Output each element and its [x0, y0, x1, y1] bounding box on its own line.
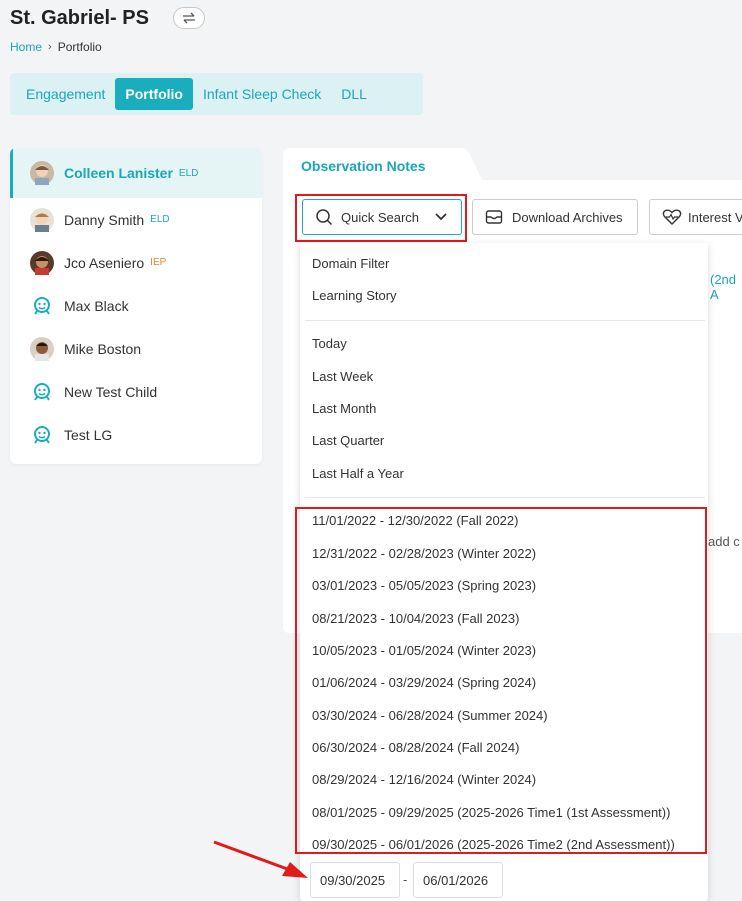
- breadcrumb: Home › Portfolio: [10, 40, 102, 54]
- child-item-colleen-lanister[interactable]: Colleen Lanister ELD: [10, 148, 262, 198]
- children-list: Colleen Lanister ELD Danny Smith ELD Jco…: [10, 148, 262, 464]
- dropdown-divider: [305, 497, 705, 498]
- child-avatar: [30, 161, 54, 185]
- eld-badge: ELD: [150, 214, 170, 225]
- annotation-arrow-icon: [213, 840, 308, 878]
- default-avatar-icon: [30, 423, 54, 447]
- end-date-input[interactable]: 06/01/2026: [413, 862, 503, 898]
- date-separator: -: [403, 872, 408, 887]
- site-title: St. Gabriel- PS: [10, 7, 149, 29]
- heart-pulse-icon: [662, 209, 682, 225]
- default-avatar-icon: [30, 294, 54, 318]
- breadcrumb-home-link[interactable]: Home: [10, 40, 42, 54]
- child-avatar: [30, 336, 54, 361]
- child-avatar: [30, 250, 54, 275]
- tab-infant-sleep-check[interactable]: Infant Sleep Check: [193, 78, 331, 110]
- dropdown-item-last-month[interactable]: Last Month: [312, 401, 376, 416]
- search-icon: [316, 209, 333, 226]
- dropdown-item-domain-filter[interactable]: Domain Filter: [312, 256, 389, 271]
- switch-site-button[interactable]: [173, 7, 205, 29]
- archive-icon: [485, 210, 503, 224]
- tab-engagement[interactable]: Engagement: [16, 78, 115, 110]
- interest-button[interactable]: Interest V: [649, 199, 742, 235]
- partial-text: (2nd A: [710, 272, 737, 302]
- dropdown-item-last-quarter[interactable]: Last Quarter: [312, 433, 384, 448]
- child-item-jco-aseniero[interactable]: Jco Aseniero IEP: [10, 241, 262, 284]
- chevron-down-icon: [435, 213, 447, 221]
- dropdown-divider: [305, 320, 705, 321]
- partial-text: add c: [708, 534, 740, 549]
- default-avatar-icon: [30, 380, 54, 404]
- child-item-new-test-child[interactable]: New Test Child: [10, 370, 262, 413]
- iep-badge: IEP: [150, 257, 167, 268]
- chevron-right-icon: ›: [48, 41, 52, 53]
- swap-icon: [183, 12, 195, 24]
- quick-search-button[interactable]: Quick Search: [302, 199, 462, 235]
- start-date-input[interactable]: 09/30/2025: [310, 862, 400, 898]
- eld-badge: ELD: [178, 167, 199, 179]
- dropdown-item-last-week[interactable]: Last Week: [312, 369, 373, 384]
- child-item-test-lg[interactable]: Test LG: [10, 413, 262, 456]
- child-item-danny-smith[interactable]: Danny Smith ELD: [10, 198, 262, 241]
- dropdown-item-today[interactable]: Today: [312, 336, 347, 351]
- download-archives-button[interactable]: Download Archives: [472, 199, 638, 235]
- main-tabs: Engagement Portfolio Infant Sleep Check …: [10, 73, 423, 115]
- date-ranges-highlight-box: [295, 507, 707, 854]
- tab-portfolio[interactable]: Portfolio: [115, 78, 193, 110]
- breadcrumb-current: Portfolio: [57, 40, 102, 54]
- child-item-mike-boston[interactable]: Mike Boston: [10, 327, 262, 370]
- child-item-max-black[interactable]: Max Black: [10, 284, 262, 327]
- child-avatar: [30, 207, 54, 232]
- tab-dll[interactable]: DLL: [331, 78, 377, 110]
- tab-observation-notes[interactable]: Observation Notes: [283, 148, 461, 182]
- dropdown-item-learning-story[interactable]: Learning Story: [312, 288, 397, 303]
- dropdown-item-last-half-year[interactable]: Last Half a Year: [312, 466, 404, 481]
